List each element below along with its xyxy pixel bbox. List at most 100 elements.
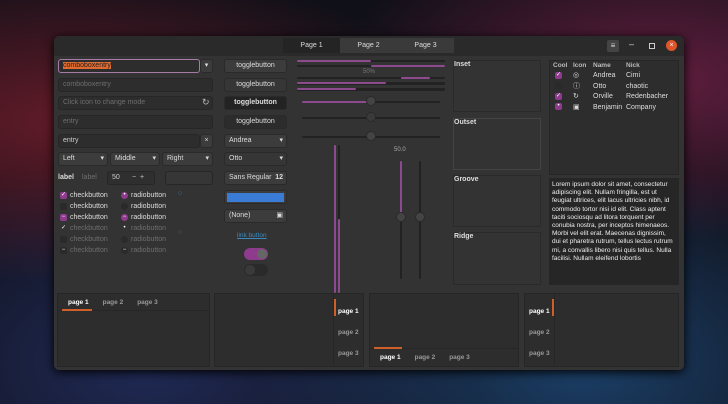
notebook-tab-page-3[interactable]: page 3 — [449, 354, 470, 366]
mode-entry[interactable]: Click icon to change mode — [58, 96, 213, 110]
notebook-tab-page-3[interactable]: page 3 — [529, 343, 554, 364]
briefcase-icon: ▣ — [573, 103, 580, 111]
dropdown-label: Right — [167, 155, 184, 162]
checkbutton-checked-disabled: ✓ checkbutton — [60, 224, 108, 232]
notebook-tab-page-2[interactable]: page 2 — [338, 322, 363, 343]
dropdown-left[interactable]: Left ▾ — [58, 152, 108, 166]
combo-andrea[interactable]: Andrea ▾ — [224, 134, 287, 148]
notebook-tab-page-3[interactable]: page 3 — [137, 299, 158, 310]
active-tab-indicator — [62, 309, 92, 311]
notebook-tab-page-1[interactable]: page 1 — [529, 301, 554, 322]
clear-icon[interactable]: × — [200, 134, 213, 148]
radiobutton[interactable]: radiobutton — [121, 201, 191, 212]
widget-factory-window: Page 1 Page 2 Page 3 ≡ – × comboboxentry… — [54, 36, 684, 370]
font-button[interactable]: Sans Regular 12 — [224, 171, 287, 185]
folder-icon: ▣ — [276, 212, 283, 219]
notebook-tab-page-1[interactable]: page 1 — [338, 301, 363, 322]
checkbutton-mixed[interactable]: − checkbutton — [60, 212, 120, 223]
cool-checkbox[interactable] — [555, 82, 562, 90]
dropdown-right[interactable]: Right ▾ — [162, 152, 213, 166]
frame-label: Inset — [454, 61, 471, 68]
cool-checkbox[interactable]: • — [555, 103, 562, 111]
scale-knob[interactable] — [366, 96, 376, 106]
column-name[interactable]: Name — [593, 61, 626, 71]
togglebutton-disabled: togglebutton — [224, 78, 287, 92]
combo-value: Otto — [229, 155, 243, 162]
label: label — [58, 174, 74, 181]
combo-value: Andrea — [229, 137, 252, 144]
column-cool[interactable]: Cool — [553, 61, 573, 71]
spin-button-disabled — [165, 171, 213, 185]
progress-bar — [297, 65, 445, 67]
progress-bar — [297, 60, 445, 62]
file-chooser-button[interactable]: (None) ▣ — [224, 209, 287, 223]
link-button[interactable]: link button — [237, 232, 267, 239]
frame-label: Outset — [454, 119, 477, 126]
notebook-left: page 1 page 2 page 3 — [524, 293, 679, 367]
dropdown-label: Left — [63, 155, 75, 162]
checkbutton-unchecked[interactable]: checkbutton — [60, 201, 120, 212]
entry-field[interactable]: entry — [58, 134, 200, 148]
cool-checkbox[interactable]: ✓ — [555, 71, 562, 79]
spinner-icon-disabled: ○ — [178, 229, 183, 236]
tree-row[interactable]: ✓ ↻ Orville Redenbacher — [555, 92, 678, 103]
notebook-top: page 1 page 2 page 3 — [57, 293, 210, 367]
combobox-entry[interactable]: comboboxentry — [58, 59, 200, 73]
color-button[interactable] — [224, 190, 287, 204]
check-group: ✓ checkbutton checkbutton − checkbutton ✓ c… — [60, 190, 120, 256]
notebook-tab-page-2[interactable]: page 2 — [415, 354, 436, 366]
radio-group: • radiobutton radiobutton − radiobutton • r… — [121, 190, 191, 256]
combo-dropdown-button[interactable]: ▾ — [200, 59, 213, 73]
progress-bar-pulse — [297, 77, 445, 79]
notebook-tab-page-1[interactable]: page 1 — [380, 354, 401, 366]
tree-header: Cool Icon Name Nick — [550, 61, 678, 71]
menu-icon[interactable]: ≡ — [607, 40, 619, 52]
togglebutton-active[interactable]: togglebutton — [224, 96, 287, 110]
switch-on[interactable] — [244, 248, 268, 260]
scale-knob[interactable] — [366, 131, 376, 141]
notebook-tab-page-2[interactable]: page 2 — [529, 322, 554, 343]
notebook-tab-page-3[interactable]: page 3 — [338, 343, 363, 364]
level-bar-discrete — [297, 88, 445, 91]
tree-row[interactable]: • ▣ Benjamin Company — [555, 103, 678, 114]
spin-button[interactable]: 50− + — [107, 171, 155, 185]
scale-knob[interactable] — [396, 212, 406, 222]
dropdown-middle[interactable]: Middle ▾ — [110, 152, 160, 166]
active-tab-indicator — [334, 299, 336, 316]
tree-row[interactable]: ⓘ Otto chaotic — [555, 82, 678, 93]
maximize-icon[interactable] — [649, 43, 655, 49]
cool-checkbox[interactable]: ✓ — [555, 92, 562, 100]
notebook-tab-page-2[interactable]: page 2 — [103, 299, 124, 310]
frame-outset: Outset — [453, 118, 541, 170]
entry-placeholder[interactable]: entry — [58, 115, 213, 129]
tab-page-3[interactable]: Page 3 — [397, 38, 454, 53]
active-tab-indicator — [552, 299, 554, 316]
scale-value: 50.0 — [394, 147, 406, 153]
vertical-progress — [338, 145, 340, 293]
level-bar — [297, 82, 445, 85]
dropdown-label: Middle — [115, 155, 136, 162]
tab-page-1[interactable]: Page 1 — [283, 38, 340, 53]
close-icon[interactable]: × — [666, 40, 677, 51]
scale-knob — [366, 112, 376, 122]
column-nick[interactable]: Nick — [626, 61, 640, 71]
vertical-progress — [334, 145, 336, 293]
togglebutton[interactable]: togglebutton — [224, 59, 287, 73]
checkbutton-mixed-disabled: − checkbutton — [60, 246, 108, 254]
minimize-icon[interactable]: – — [629, 39, 634, 49]
radiobutton-mixed[interactable]: − radiobutton — [121, 212, 191, 223]
text-view[interactable]: Lorem ipsum dolor sit amet, consectetur … — [549, 178, 679, 285]
notebook-bottom: page 1 page 2 page 3 — [369, 293, 519, 367]
column-icon[interactable]: Icon — [573, 61, 593, 71]
tree-view[interactable]: Cool Icon Name Nick ✓ ◎ Andrea Cimi ⓘ Otto chaot… — [549, 60, 679, 175]
font-name: Sans Regular — [229, 174, 272, 181]
refresh-icon[interactable]: ↻ — [202, 97, 210, 108]
frame-inset: Inset — [453, 60, 541, 112]
header-bar: Page 1 Page 2 Page 3 ≡ – × — [54, 36, 684, 56]
checkbutton-checked[interactable]: ✓ checkbutton — [60, 190, 120, 201]
tab-page-2[interactable]: Page 2 — [340, 38, 397, 53]
scale-knob[interactable] — [415, 212, 425, 222]
emblem-icon: ◎ — [573, 72, 580, 79]
refresh-icon: ↻ — [573, 93, 579, 100]
tree-row[interactable]: ✓ ◎ Andrea Cimi — [555, 71, 678, 82]
